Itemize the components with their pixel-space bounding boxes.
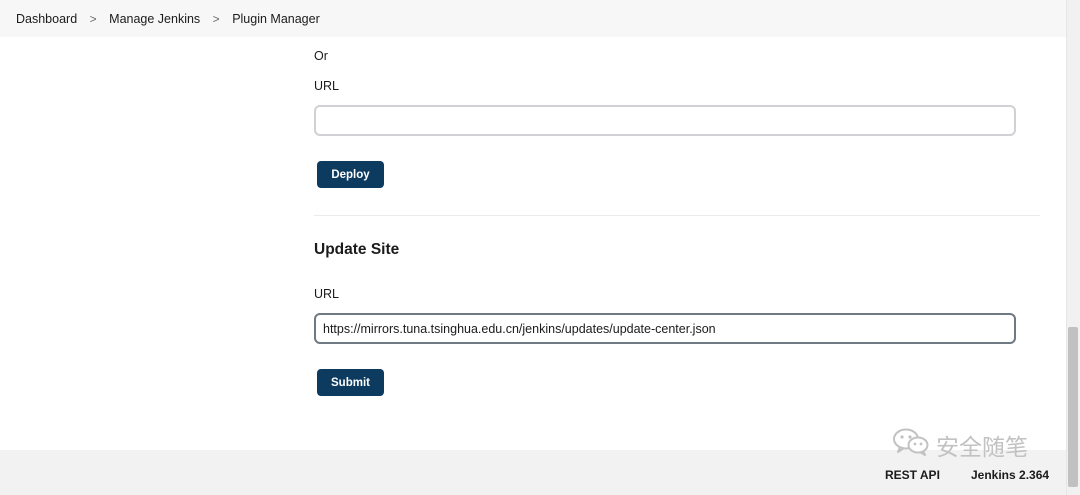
breadcrumb-manage-jenkins[interactable]: Manage Jenkins (109, 12, 200, 26)
breadcrumb-dashboard[interactable]: Dashboard (16, 12, 77, 26)
deploy-url-label: URL (314, 79, 340, 93)
breadcrumb-plugin-manager[interactable]: Plugin Manager (232, 12, 320, 26)
watermark-text: 安全随笔 (936, 435, 1028, 461)
breadcrumb: Dashboard > Manage Jenkins > Plugin Mana… (0, 0, 1066, 37)
update-site-url-input[interactable] (314, 313, 1016, 344)
deploy-button[interactable]: Deploy (317, 161, 384, 188)
update-site-url-label: URL (314, 287, 340, 301)
breadcrumb-separator: > (89, 11, 97, 26)
deploy-url-input[interactable] (314, 105, 1016, 136)
watermark: 安全随笔 (892, 428, 1028, 462)
scrollbar-thumb[interactable] (1068, 327, 1078, 487)
wechat-icon (892, 427, 930, 463)
update-site-title: Update Site (314, 241, 400, 258)
submit-button[interactable]: Submit (317, 369, 384, 396)
main-content: Or URL Deploy Update Site URL Submit (0, 37, 1066, 450)
rest-api-link[interactable]: REST API (885, 468, 940, 482)
or-text: Or (314, 49, 328, 63)
breadcrumb-separator: > (212, 11, 220, 26)
section-divider (314, 215, 1040, 216)
jenkins-version-link[interactable]: Jenkins 2.364 (971, 468, 1049, 482)
